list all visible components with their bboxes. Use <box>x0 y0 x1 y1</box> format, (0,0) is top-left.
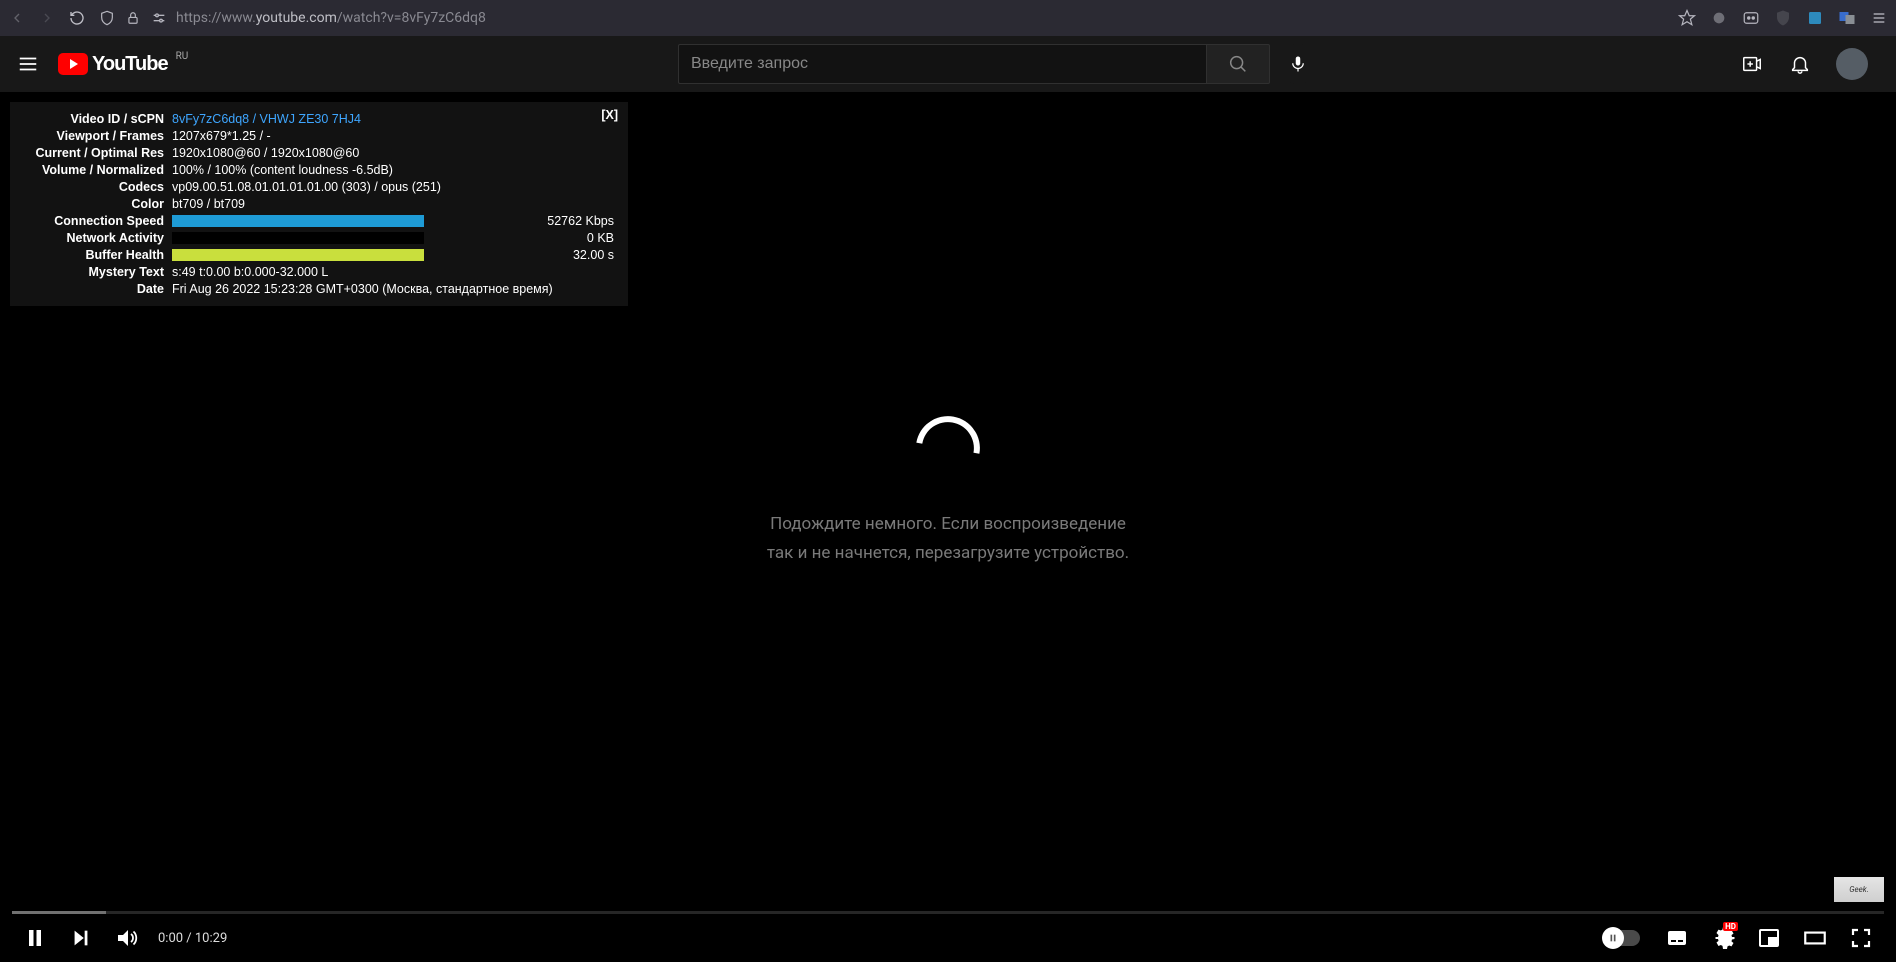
loading-overlay: Подождите немного. Если воспроизведение … <box>767 416 1129 568</box>
youtube-country-code: RU <box>176 51 189 62</box>
stats-label: Buffer Health <box>20 248 172 262</box>
buffer-health-bar <box>172 249 424 261</box>
browser-forward-button[interactable] <box>38 9 56 27</box>
stats-value: s:49 t:0.00 b:0.000-32.000 L <box>172 265 618 279</box>
stats-for-nerds-panel: [X] Video ID / sCPN 8vFy7zC6dq8 / VHWJ Z… <box>10 102 628 306</box>
hd-badge: HD <box>1723 922 1738 931</box>
youtube-play-icon <box>58 53 88 75</box>
pause-button[interactable] <box>12 914 58 962</box>
stats-label: Video ID / sCPN <box>20 112 172 126</box>
stats-label: Date <box>20 282 172 296</box>
url-path: /watch?v=8vFy7zC6dq8 <box>337 10 486 26</box>
youtube-header: YouTube RU <box>0 36 1896 92</box>
browser-toolbar: https://www.youtube.com/watch?v=8vFy7zC6… <box>0 0 1896 36</box>
stats-value: 0 KB <box>430 231 618 245</box>
loading-message-line: так и не начнется, перезагрузите устройс… <box>767 539 1129 568</box>
browser-back-button[interactable] <box>8 9 26 27</box>
stats-value: 1920x1080@60 / 1920x1080@60 <box>172 146 618 160</box>
fullscreen-button[interactable] <box>1838 914 1884 962</box>
notifications-button[interactable] <box>1788 52 1812 76</box>
search-button[interactable] <box>1206 44 1270 84</box>
stats-value: 32.00 s <box>430 248 618 262</box>
url-scheme: https://www. <box>176 10 256 26</box>
shield-icon[interactable] <box>98 9 116 27</box>
stats-label: Codecs <box>20 180 172 194</box>
browser-menu-icon[interactable] <box>1870 9 1888 27</box>
browser-reload-button[interactable] <box>68 9 86 27</box>
player-time: 0:00 / 10:29 <box>158 931 227 946</box>
search-input[interactable] <box>678 44 1206 84</box>
voice-search-button[interactable] <box>1278 44 1318 84</box>
stats-label: Connection Speed <box>20 214 172 228</box>
stats-label: Viewport / Frames <box>20 129 172 143</box>
stats-value: 8vFy7zC6dq8 / VHWJ ZE30 7HJ4 <box>172 112 618 126</box>
stats-value: vp09.00.51.08.01.01.01.01.00 (303) / opu… <box>172 180 618 194</box>
account-avatar[interactable] <box>1836 48 1868 80</box>
channel-watermark[interactable]: Geek. <box>1834 877 1884 902</box>
stats-value: 52762 Kbps <box>430 214 618 228</box>
permissions-icon[interactable] <box>150 9 168 27</box>
loading-message-line: Подождите немного. Если воспроизведение <box>767 510 1129 539</box>
network-activity-bar <box>172 232 424 244</box>
url-host: youtube.com <box>256 10 337 26</box>
video-player[interactable]: [X] Video ID / sCPN 8vFy7zC6dq8 / VHWJ Z… <box>0 92 1896 962</box>
stats-label: Color <box>20 197 172 211</box>
stats-label: Mystery Text <box>20 265 172 279</box>
youtube-logo[interactable]: YouTube RU <box>58 53 188 76</box>
create-button[interactable] <box>1740 52 1764 76</box>
autoplay-toggle[interactable] <box>1604 930 1640 946</box>
subtitles-button[interactable] <box>1654 914 1700 962</box>
extension-icon-1[interactable] <box>1710 9 1728 27</box>
youtube-logo-text: YouTube <box>92 53 168 76</box>
next-button[interactable] <box>58 914 104 962</box>
bookmark-star-icon[interactable] <box>1678 9 1696 27</box>
stats-value: 100% / 100% (content loudness -6.5dB) <box>172 163 618 177</box>
translate-icon[interactable] <box>1838 9 1856 27</box>
stats-label: Network Activity <box>20 231 172 245</box>
ublock-icon[interactable] <box>1774 9 1792 27</box>
stats-value: bt709 / bt709 <box>172 197 618 211</box>
loading-spinner-icon <box>903 404 992 493</box>
stats-label: Current / Optimal Res <box>20 146 172 160</box>
stats-close-button[interactable]: [X] <box>601 108 618 122</box>
stats-label: Volume / Normalized <box>20 163 172 177</box>
player-controls: 0:00 / 10:29 HD <box>0 914 1896 962</box>
lock-icon[interactable] <box>124 9 142 27</box>
browser-url[interactable]: https://www.youtube.com/watch?v=8vFy7zC6… <box>176 10 486 26</box>
stats-value: 1207x679*1.25 / - <box>172 129 618 143</box>
extension-icon-4[interactable] <box>1806 9 1824 27</box>
hamburger-menu-button[interactable] <box>16 52 40 76</box>
connection-speed-bar <box>172 215 424 227</box>
theater-mode-button[interactable] <box>1792 914 1838 962</box>
extension-icon-2[interactable] <box>1742 9 1760 27</box>
miniplayer-button[interactable] <box>1746 914 1792 962</box>
stats-value: Fri Aug 26 2022 15:23:28 GMT+0300 (Москв… <box>172 282 618 296</box>
settings-button[interactable]: HD <box>1700 914 1746 962</box>
volume-button[interactable] <box>104 914 150 962</box>
autoplay-knob-pause-icon <box>1602 927 1624 949</box>
